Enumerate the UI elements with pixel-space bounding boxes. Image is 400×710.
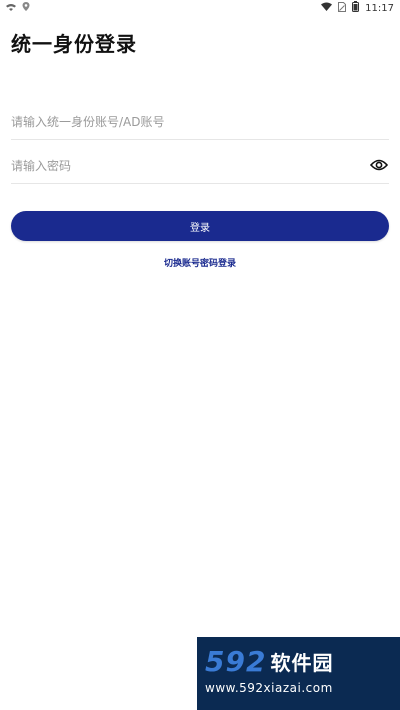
status-right: 11:17 — [321, 1, 394, 15]
watermark-top-row: 592 软件园 — [205, 643, 392, 679]
watermark-number: 592 — [205, 644, 267, 678]
status-bar: 11:17 — [0, 0, 400, 16]
login-screen: 11:17 统一身份登录 登录 切换账号密码登录 592 软件园 www.592… — [0, 0, 400, 710]
location-icon — [22, 2, 30, 14]
login-button[interactable]: 登录 — [11, 211, 389, 241]
status-time: 11:17 — [365, 2, 394, 14]
password-input[interactable] — [11, 148, 389, 183]
status-left — [6, 2, 30, 14]
password-field — [11, 148, 389, 184]
eye-icon[interactable] — [370, 156, 388, 174]
sim-icon — [338, 1, 347, 15]
watermark-logo: 592 软件园 www.592xiazai.com — [197, 637, 400, 710]
watermark-url: www.592xiazai.com — [205, 681, 333, 695]
battery-icon — [352, 1, 360, 15]
watermark-name: 软件园 — [270, 650, 334, 675]
page-title: 统一身份登录 — [11, 32, 137, 56]
account-input[interactable] — [11, 104, 389, 139]
account-field — [11, 104, 389, 140]
switch-login-mode-link[interactable]: 切换账号密码登录 — [0, 256, 400, 269]
wifi-icon — [321, 2, 333, 14]
signal-icon — [6, 3, 16, 14]
